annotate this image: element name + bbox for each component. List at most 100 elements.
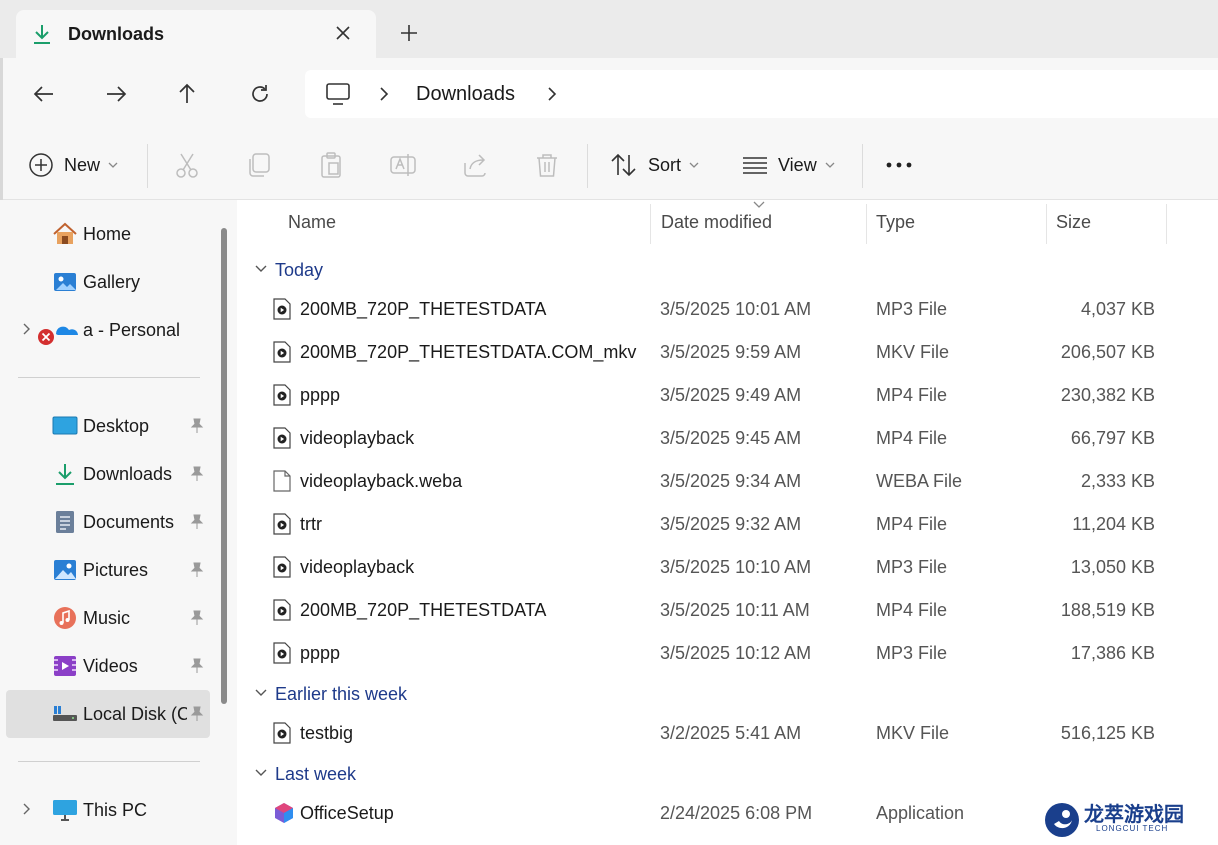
chevron-right-icon[interactable] — [377, 86, 391, 107]
rename-button[interactable] — [389, 130, 417, 200]
toolbar-divider — [862, 144, 863, 188]
column-divider[interactable] — [866, 204, 867, 244]
column-divider[interactable] — [1166, 204, 1167, 244]
file-type: WEBA File — [876, 471, 963, 491]
pin-icon[interactable] — [190, 658, 204, 679]
sidebar-item-onedrive[interactable]: a - Personal — [6, 308, 210, 352]
column-divider[interactable] — [650, 204, 651, 244]
file-row[interactable]: testbig 3/2/2025 5:41 AM MKV File 516,125 K… — [240, 712, 1218, 755]
cut-button[interactable] — [173, 130, 201, 200]
sidebar-scrollbar[interactable] — [221, 228, 227, 704]
file-name: pppp — [300, 385, 341, 405]
pin-icon[interactable] — [190, 706, 204, 727]
media-file-icon — [273, 427, 291, 454]
pin-icon[interactable] — [190, 466, 204, 487]
watermark-logo: 龙萃游戏园 LONGCUI TECH — [1040, 796, 1218, 845]
media-file-icon — [273, 298, 291, 325]
sidebar-item-gallery[interactable]: Gallery — [6, 260, 210, 304]
chevron-down-icon — [108, 162, 118, 168]
file-row[interactable]: 200MB_720P_THETESTDATA 3/5/2025 10:01 AM M… — [240, 288, 1218, 331]
chevron-down-icon — [689, 162, 699, 168]
media-file-icon — [273, 722, 291, 749]
refresh-button[interactable] — [248, 82, 272, 111]
pin-icon[interactable] — [190, 418, 204, 439]
file-type: MKV File — [876, 723, 950, 743]
paste-button[interactable] — [317, 130, 345, 200]
file-size: 516,125 KB — [1060, 723, 1155, 743]
back-button[interactable] — [32, 82, 56, 111]
file-row[interactable]: videoplayback 3/5/2025 9:45 AM MP4 File 66,… — [240, 417, 1218, 460]
desktop-icon — [52, 414, 78, 438]
file-size: 66,797 KB — [1070, 428, 1155, 448]
tab-downloads[interactable]: Downloads — [16, 10, 376, 58]
delete-button[interactable] — [533, 130, 561, 200]
pin-icon[interactable] — [190, 514, 204, 535]
file-name: 200MB_720P_THETESTDATA — [300, 299, 547, 319]
file-size: 17,386 KB — [1070, 643, 1155, 663]
home-icon — [52, 222, 78, 246]
file-date-modified: 3/5/2025 9:34 AM — [660, 471, 802, 491]
column-header-date[interactable]: Date modified — [661, 212, 772, 233]
group-header-last-week[interactable]: Last week — [240, 756, 640, 790]
toolbar-divider — [147, 144, 148, 188]
sidebar-item-music[interactable]: Music — [6, 596, 210, 640]
breadcrumb-downloads[interactable]: Downloads — [416, 83, 515, 106]
file-row[interactable]: trtr 3/5/2025 9:32 AM MP4 File 11,204 KB — [240, 503, 1218, 546]
share-button[interactable] — [461, 130, 489, 200]
share-icon — [464, 154, 486, 177]
column-divider[interactable] — [1046, 204, 1047, 244]
group-header-earlier-this-week[interactable]: Earlier this week — [240, 676, 640, 710]
file-row[interactable]: pppp 3/5/2025 10:12 AM MP3 File 17,386 KB — [240, 632, 1218, 675]
file-row[interactable]: 200MB_720P_THETESTDATA 3/5/2025 10:11 AM M… — [240, 589, 1218, 632]
file-type: MP3 File — [876, 299, 948, 319]
drive-icon — [52, 702, 78, 726]
view-label: View — [778, 154, 817, 175]
forward-button[interactable] — [104, 82, 128, 111]
file-type: MP4 File — [876, 428, 948, 448]
file-row[interactable]: videoplayback 3/5/2025 10:10 AM MP3 File 13… — [240, 546, 1218, 589]
copy-button[interactable] — [245, 130, 273, 200]
pin-icon[interactable] — [190, 610, 204, 631]
sidebar-item-pictures[interactable]: Pictures — [6, 548, 210, 592]
sidebar-item-this-pc[interactable]: This PC — [6, 788, 210, 832]
file-row[interactable]: pppp 3/5/2025 9:49 AM MP4 File 230,382 KB — [240, 374, 1218, 417]
onedrive-icon — [36, 316, 84, 345]
more-options-button[interactable] — [886, 130, 912, 200]
column-header-size[interactable]: Size — [1056, 212, 1091, 233]
group-header-today[interactable]: Today — [240, 252, 640, 286]
sidebar-item-documents[interactable]: Documents — [6, 500, 210, 544]
sidebar-item-desktop[interactable]: Desktop — [6, 404, 210, 448]
sidebar-item-local-disk[interactable]: Local Disk (C: — [6, 690, 210, 738]
list-view-icon — [743, 157, 767, 174]
chevron-right-icon[interactable] — [545, 86, 559, 107]
file-size: 230,382 KB — [1060, 385, 1155, 405]
monitor-icon[interactable] — [325, 82, 351, 111]
column-header-name[interactable]: Name — [288, 212, 336, 233]
column-header-type[interactable]: Type — [876, 212, 915, 233]
sidebar-item-videos[interactable]: Videos — [6, 644, 210, 688]
tab-strip: Downloads — [0, 0, 1218, 58]
pin-icon[interactable] — [190, 562, 204, 583]
media-file-icon — [273, 556, 291, 583]
file-type: MP4 File — [876, 600, 948, 620]
close-icon[interactable] — [332, 22, 354, 49]
file-row[interactable]: videoplayback.weba 3/5/2025 9:34 AM WEBA F… — [240, 460, 1218, 503]
view-button[interactable]: View — [742, 130, 835, 200]
blank-file-icon — [273, 470, 291, 497]
file-name: videoplayback — [300, 557, 415, 577]
file-date-modified: 3/5/2025 10:11 AM — [660, 600, 810, 620]
chevron-down-icon — [255, 265, 267, 272]
address-bar[interactable]: Downloads — [305, 70, 1218, 118]
chevron-right-icon[interactable] — [22, 322, 32, 341]
new-button[interactable]: New — [28, 130, 118, 200]
up-button[interactable] — [175, 82, 199, 111]
sidebar-item-downloads[interactable]: Downloads — [6, 452, 210, 496]
file-name: trtr — [300, 514, 322, 534]
sort-button[interactable]: Sort — [610, 130, 699, 200]
file-row[interactable]: 200MB_720P_THETESTDATA.COM_mkv 3/5/2025 9… — [240, 331, 1218, 374]
chevron-right-icon[interactable] — [22, 802, 32, 821]
new-tab-button[interactable] — [398, 22, 420, 49]
sidebar-item-home[interactable]: Home — [6, 212, 210, 256]
file-type: MP4 File — [876, 514, 948, 534]
sidebar-separator — [18, 377, 200, 378]
